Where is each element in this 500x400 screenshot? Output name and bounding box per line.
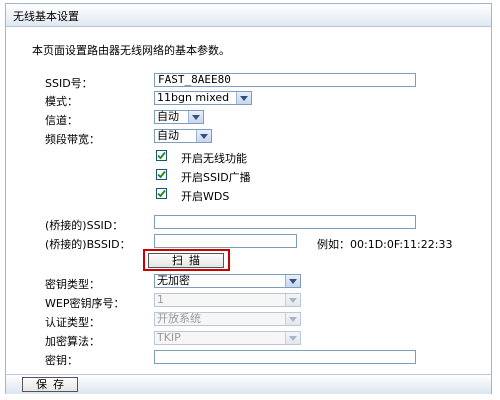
channel-select[interactable]: 自动 — [154, 110, 204, 124]
mode-label: 模式： — [45, 95, 78, 108]
key-type-label: 密钥类型： — [45, 278, 100, 291]
channel-label: 信道： — [45, 114, 78, 127]
wds-enable-checkbox[interactable] — [156, 188, 167, 199]
wep-index-select[interactable]: 1 — [154, 293, 301, 307]
title-bar: 无线基本设置 — [6, 4, 491, 27]
ssid-input[interactable]: FAST_8AEE80 — [154, 73, 416, 87]
chevron-down-icon — [285, 275, 300, 287]
checkmark-icon — [157, 189, 166, 198]
ssid-broadcast-label: 开启SSID广播 — [181, 171, 251, 184]
wds-enable-label: 开启WDS — [181, 190, 230, 203]
bridge-ssid-label: (桥接的)SSID： — [45, 219, 124, 232]
auth-type-label: 认证类型： — [45, 316, 100, 329]
chevron-down-icon — [188, 111, 203, 123]
wireless-enable-checkbox[interactable] — [156, 150, 167, 161]
channel-value: 自动 — [157, 110, 179, 123]
ssid-label: SSID号： — [45, 77, 93, 90]
bandwidth-label: 频段带宽： — [45, 133, 100, 146]
chevron-down-icon — [285, 294, 300, 306]
bridge-bssid-input[interactable] — [154, 234, 297, 248]
ssid-value: FAST_8AEE80 — [158, 73, 231, 86]
key-type-select[interactable]: 无加密 — [154, 274, 301, 288]
auth-type-select[interactable]: 开放系统 — [154, 312, 301, 326]
bssid-example-text: 例如：00:1D:0F:11:22:33 — [317, 238, 453, 251]
mode-value: 11bgn mixed — [157, 91, 230, 104]
wireless-settings-panel: 无线基本设置 本页面设置路由器无线网络的基本参数。 SSID号： FAST_8A… — [5, 3, 492, 394]
cipher-select[interactable]: TKIP — [154, 331, 301, 345]
bridge-bssid-label: (桥接的)BSSID： — [45, 238, 131, 251]
key-type-value: 无加密 — [157, 274, 190, 287]
ssid-broadcast-checkbox[interactable] — [156, 169, 167, 180]
checkmark-icon — [157, 170, 166, 179]
mode-select[interactable]: 11bgn mixed — [154, 91, 252, 105]
save-button[interactable]: 保存 — [22, 377, 78, 392]
wep-index-value: 1 — [157, 293, 164, 306]
checkmark-icon — [157, 151, 166, 160]
bandwidth-select[interactable]: 自动 — [154, 129, 212, 143]
cipher-label: 加密算法： — [45, 335, 100, 348]
key-input[interactable] — [154, 350, 416, 364]
wireless-enable-label: 开启无线功能 — [181, 152, 247, 165]
chevron-down-icon — [285, 313, 300, 325]
key-label: 密钥： — [45, 354, 78, 367]
wep-index-label: WEP密钥序号： — [45, 297, 125, 310]
cipher-value: TKIP — [157, 331, 181, 344]
intro-text: 本页面设置路由器无线网络的基本参数。 — [32, 44, 230, 57]
auth-type-value: 开放系统 — [157, 312, 201, 325]
scan-button[interactable]: 扫描 — [148, 253, 224, 268]
chevron-down-icon — [236, 92, 251, 104]
bandwidth-value: 自动 — [157, 129, 179, 142]
footer-bar: 保存 — [6, 374, 491, 394]
bridge-ssid-input[interactable] — [154, 215, 416, 229]
page-title: 无线基本设置 — [13, 10, 79, 23]
chevron-down-icon — [285, 332, 300, 344]
chevron-down-icon — [196, 130, 211, 142]
